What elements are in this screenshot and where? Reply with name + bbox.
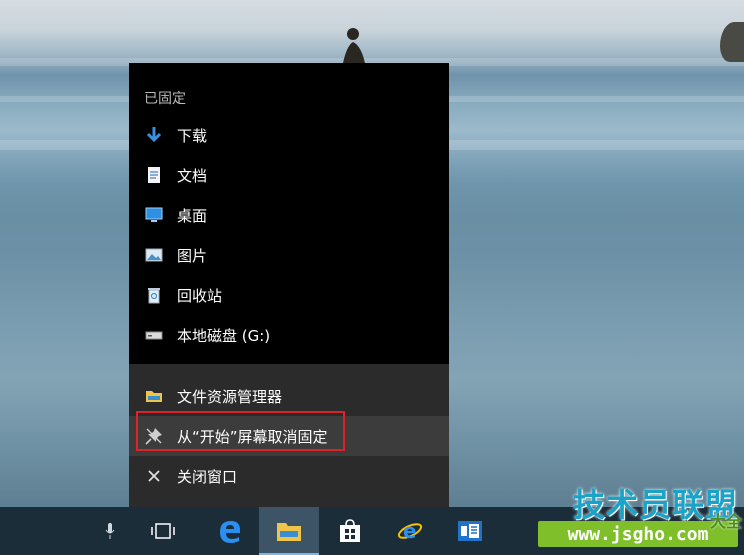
outlook-calendar-icon [458,521,482,541]
pinned-section-header: 已固定 [144,91,186,107]
person-silhouette [342,28,366,68]
recycle-bin-icon [145,286,163,304]
close-icon [145,467,163,485]
highlight-annotation-box [136,411,345,451]
task-view-icon [151,523,175,539]
pictures-icon [145,246,163,264]
pinned-item-desktop[interactable]: 桌面 [129,195,449,235]
jump-list-menu: 已固定 下载 文档 桌面 图片 回收站 本地磁盘 (G:) 文件资源管理器 从“… [129,63,449,507]
taskbar-store-button[interactable] [320,507,380,555]
pinned-item-label: 回收站 [177,286,223,305]
watermark-url: www.jsgho.com [538,521,738,547]
file-explorer-icon [277,523,301,541]
file-explorer-icon [145,387,163,405]
pinned-item-documents[interactable]: 文档 [129,155,449,195]
taskbar-task-view-button[interactable] [133,507,193,555]
pinned-item-local-disk-g[interactable]: 本地磁盘 (G:) [129,315,449,355]
task-file-explorer[interactable]: 文件资源管理器 [129,376,449,416]
drive-icon [145,326,163,344]
taskbar-internet-explorer-button[interactable]: e [380,507,440,555]
microphone-button[interactable] [90,507,130,555]
desktop-icon [145,206,163,224]
pinned-item-label: 文档 [177,166,208,185]
task-close-window[interactable]: 关闭窗口 [129,456,449,496]
taskbar-edge-button[interactable] [200,507,260,555]
taskbar-file-explorer-button[interactable] [259,507,319,555]
internet-explorer-icon: e [397,519,423,543]
taskbar-outlook-calendar-button[interactable] [440,507,500,555]
svg-text:e: e [403,519,417,543]
store-icon [340,519,360,542]
edge-icon [220,521,240,543]
rock [720,22,744,62]
pinned-item-recycle-bin[interactable]: 回收站 [129,275,449,315]
microphone-icon [105,523,115,539]
watermark-extra: 大全 [709,512,742,531]
jump-list-tasks: 文件资源管理器 从“开始”屏幕取消固定 关闭窗口 [129,364,449,507]
task-label: 关闭窗口 [177,467,238,486]
task-label: 文件资源管理器 [177,387,283,406]
document-icon [145,166,163,184]
download-arrow-icon [145,126,163,144]
pinned-item-label: 图片 [177,246,208,265]
pinned-item-label: 桌面 [177,206,208,225]
pinned-item-label: 下载 [177,126,208,145]
pinned-item-pictures[interactable]: 图片 [129,235,449,275]
pinned-item-label: 本地磁盘 (G:) [177,326,271,345]
pinned-item-downloads[interactable]: 下载 [129,115,449,155]
